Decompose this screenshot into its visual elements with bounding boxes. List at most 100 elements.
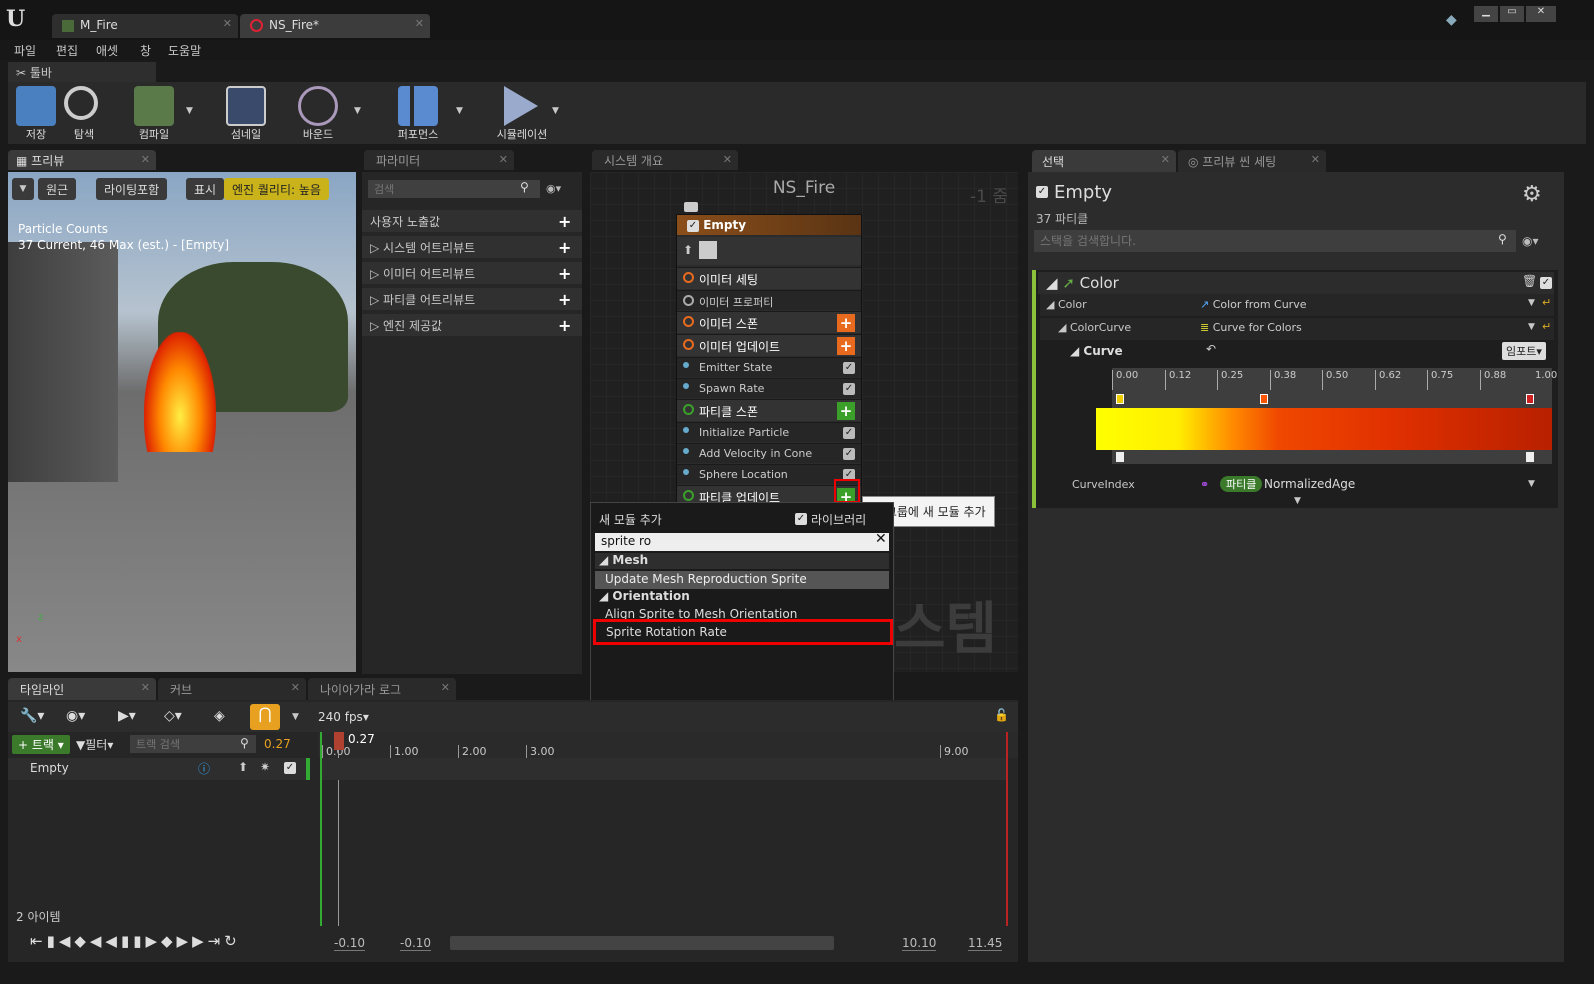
range-start-b[interactable]: -0.10	[400, 936, 432, 951]
tab-selection[interactable]: 선택 ✕	[1032, 150, 1176, 172]
curveindex-value[interactable]: NormalizedAge	[1264, 477, 1355, 491]
import-button[interactable]: 임포트▾	[1502, 342, 1546, 360]
tab-m-fire[interactable]: M_Fire ✕	[52, 14, 238, 38]
tab-preview[interactable]: ▦ 프리뷰 ✕	[8, 150, 156, 170]
tab-parameters[interactable]: 파라미터 ✕	[364, 150, 514, 170]
emitter-node[interactable]: ✓ Empty ⬆ 이미터 세팅 이미터 프로퍼티 이미터 스폰 + 이미터 업데이트 +…	[676, 214, 862, 507]
bounds-button[interactable]: 바운드	[288, 126, 348, 142]
add-module-button[interactable]: +	[837, 402, 855, 420]
transport-controls[interactable]: ⇤▮◀◆◀◀▮▮▶◆▶▶⇥↻	[30, 932, 241, 950]
tab-curve[interactable]: 커브 ✕	[158, 678, 306, 700]
color-gradient-bar[interactable]	[1096, 408, 1552, 450]
pin-icon[interactable]: ⬆	[238, 760, 248, 774]
expand-icon[interactable]: ▼	[1294, 496, 1301, 506]
stack-search-input[interactable]	[1034, 230, 1516, 252]
playhead-marker[interactable]	[334, 732, 344, 750]
tab-niagara-log[interactable]: 나이아가라 로그 ✕	[308, 678, 456, 700]
group-header[interactable]: 파티클 스폰 +	[677, 399, 861, 421]
chevron-down-icon[interactable]: ▼	[1528, 479, 1535, 489]
library-checkbox[interactable]: ✓	[795, 513, 807, 525]
toolbar-tab[interactable]: ✂ 툴바	[8, 62, 156, 82]
close-icon[interactable]: ✕	[415, 17, 424, 30]
play-menu-icon[interactable]: ▶▾	[118, 708, 136, 724]
module-row[interactable]: Add Velocity in Cone ✓	[677, 443, 861, 463]
compile-dropdown-icon[interactable]: ▼	[186, 106, 193, 116]
color-value-dropdown[interactable]: ↗ Color from Curve	[1200, 298, 1306, 311]
add-module-button[interactable]: +	[837, 314, 855, 332]
parameters-search[interactable]	[368, 180, 540, 198]
module-row[interactable]: Emitter State ✓	[677, 357, 861, 377]
track-enabled-checkbox[interactable]: ✓	[284, 762, 296, 774]
module-enabled-checkbox[interactable]: ✓	[843, 427, 855, 439]
alpha-marker[interactable]	[1116, 452, 1124, 462]
thumbnail-button[interactable]: 섬네일	[216, 126, 276, 142]
pin-icon[interactable]: ⬆	[683, 243, 693, 257]
module-enabled-checkbox[interactable]: ✓	[843, 383, 855, 395]
add-param-icon[interactable]: +	[558, 290, 571, 309]
tab-system-overview[interactable]: 시스템 개요 ✕	[592, 150, 738, 170]
chevron-down-icon[interactable]: ▼	[1528, 322, 1535, 332]
info-icon[interactable]: ⓘ	[198, 760, 210, 777]
add-param-icon[interactable]: +	[558, 238, 571, 257]
add-track-button[interactable]: + 트랙 ▾	[12, 735, 70, 754]
module-enabled-checkbox[interactable]: ✓	[843, 448, 855, 460]
menu-asset[interactable]: 애셋	[96, 42, 118, 59]
node-header[interactable]: ✓ Empty	[677, 215, 861, 235]
param-engine-values[interactable]: ▷ 엔진 제공값	[362, 314, 582, 336]
menu-help[interactable]: 도움말	[168, 42, 201, 59]
module-enabled-checkbox[interactable]: ✓	[843, 362, 855, 374]
fps-dropdown[interactable]: 240 fps▾	[318, 710, 369, 724]
performance-button[interactable]: 퍼포먼스	[388, 126, 448, 142]
tab-timeline[interactable]: 타임라인 ✕	[8, 678, 156, 700]
thumbnail-icon[interactable]	[226, 86, 266, 126]
module-update-mesh-sprite[interactable]: Update Mesh Reproduction Sprite	[595, 571, 889, 589]
alpha-marker[interactable]	[1526, 452, 1534, 462]
close-icon[interactable]: ✕	[499, 153, 508, 166]
category-orientation[interactable]: ◢ Orientation	[595, 589, 889, 605]
module-row[interactable]: Initialize Particle ✓	[677, 422, 861, 442]
param-particle-attrs[interactable]: ▷ 파티클 어트리뷰트	[362, 288, 582, 310]
close-icon[interactable]: ✕	[723, 153, 732, 166]
maximize-button[interactable]: ▭	[1500, 6, 1524, 22]
eye-icon[interactable]: ◉▾	[546, 182, 561, 195]
simulation-button[interactable]: 시뮬레이션	[492, 126, 552, 142]
settings-icon[interactable]: 🔧▾	[20, 708, 44, 724]
close-icon[interactable]: ✕	[141, 153, 150, 166]
clear-search-icon[interactable]: ✕	[875, 531, 887, 547]
isolate-icon[interactable]: ✷	[260, 760, 270, 774]
track-search-input[interactable]	[130, 735, 256, 753]
view-options-button[interactable]: ▼	[12, 178, 34, 200]
popup-search-input[interactable]: sprite ro	[595, 533, 889, 551]
settings-gear-icon[interactable]: ⚙	[1522, 182, 1542, 207]
compile-button[interactable]: 컴파일	[124, 126, 184, 142]
save-icon[interactable]	[16, 86, 56, 126]
minimize-button[interactable]: ▁	[1474, 6, 1498, 22]
range-end-b[interactable]: 11.45	[968, 936, 1003, 951]
time-scrollbar[interactable]	[450, 936, 834, 950]
performance-dropdown-icon[interactable]: ▼	[456, 106, 463, 116]
engine-quality-button[interactable]: 엔진 퀄리티: 높음	[224, 178, 329, 200]
color-section-header[interactable]: ◢ ➚ Color	[1038, 272, 1554, 294]
play-icon[interactable]	[504, 86, 538, 126]
browse-button[interactable]: 탐색	[54, 126, 114, 142]
track-area[interactable]	[322, 758, 1006, 780]
param-system-attrs[interactable]: ▷ 시스템 어트리뷰트	[362, 236, 582, 258]
view-icon[interactable]: ◉▾	[66, 708, 85, 724]
curve-timeline[interactable]: 0.00 0.12 0.25 0.38 0.50 0.62 0.75 0.88 1.00	[1096, 368, 1557, 464]
curve-editor-icon[interactable]: ↶	[1206, 342, 1216, 356]
module-row[interactable]: Spawn Rate ✓	[677, 378, 861, 398]
eye-icon[interactable]: ◉▾	[1522, 234, 1539, 248]
add-param-icon[interactable]: +	[558, 316, 571, 335]
key-icon[interactable]: ◇▾	[164, 708, 182, 724]
browse-icon[interactable]	[64, 86, 98, 120]
notification-icon[interactable]: ◆	[1446, 12, 1457, 28]
snap-dropdown-icon[interactable]: ▼	[292, 712, 299, 722]
group-header[interactable]: 이미터 스폰 +	[677, 311, 861, 333]
unreal-logo[interactable]: U	[6, 6, 25, 32]
close-window-button[interactable]: ✕	[1526, 6, 1556, 22]
chevron-down-icon[interactable]: ▼	[1528, 298, 1535, 308]
close-icon[interactable]: ✕	[1311, 153, 1320, 166]
group-header[interactable]: 이미터 프로퍼티	[677, 290, 861, 310]
range-end-a[interactable]: 10.10	[902, 936, 937, 951]
tab-preview-scene[interactable]: ◎ 프리뷰 씬 세팅 ✕	[1178, 150, 1326, 172]
